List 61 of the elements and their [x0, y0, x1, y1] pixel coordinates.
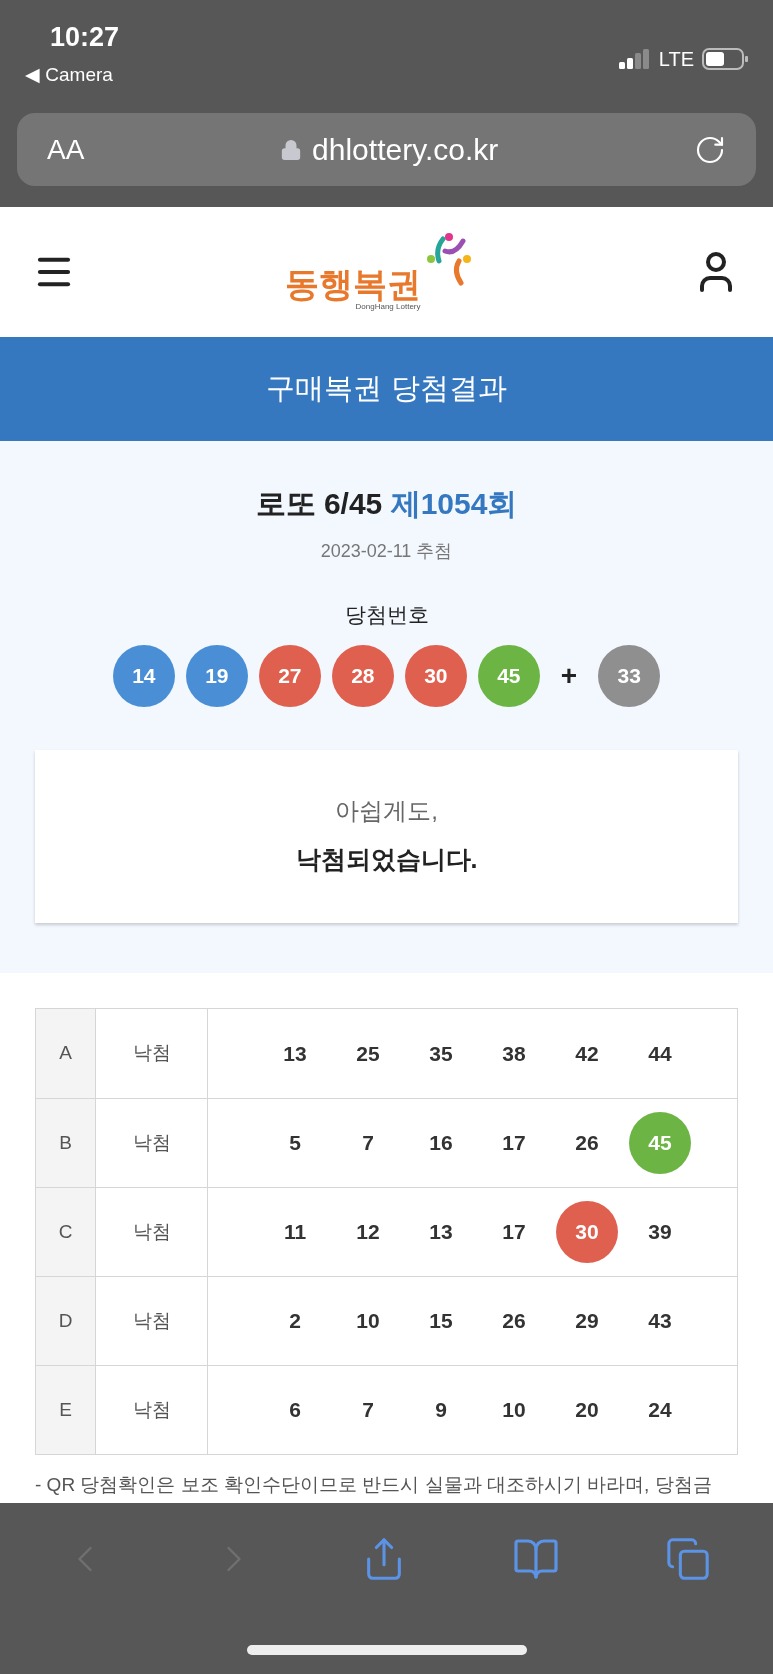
lottery-number: 26 [574, 1130, 600, 1157]
network-label: LTE [658, 47, 694, 72]
lottery-number: 13 [428, 1219, 454, 1246]
game-label-cell: A [36, 1009, 96, 1098]
lottery-number: 9 [434, 1397, 448, 1424]
lottery-number: 13 [282, 1040, 308, 1067]
text-size-button[interactable]: AA [47, 128, 85, 171]
lottery-number: 29 [574, 1308, 600, 1335]
lottery-number: 24 [647, 1397, 673, 1424]
url-text: dhlottery.co.kr [312, 132, 499, 168]
lottery-number: 6 [288, 1397, 302, 1424]
lottery-number: 10 [501, 1397, 527, 1424]
matched-number: 30 [556, 1201, 618, 1263]
lottery-number: 7 [361, 1130, 375, 1157]
result-cell: 낙첨 [96, 1009, 208, 1098]
site-logo[interactable]: 동행복권 DongHang Lottery [284, 231, 483, 313]
battery-icon [702, 48, 748, 70]
address-bar[interactable]: AA dhlottery.co.kr [17, 113, 756, 186]
draw-title: 로또 6/45 제1054회 [255, 486, 518, 522]
result-cell: 낙첨 [96, 1366, 208, 1454]
game-label-cell: B [36, 1099, 96, 1187]
logo-subtext: DongHang Lottery [355, 302, 421, 313]
lottery-number: 7 [361, 1397, 375, 1424]
lottery-number: 44 [647, 1040, 673, 1067]
lottery-number: 2 [288, 1308, 302, 1335]
tabs-icon[interactable] [664, 1536, 711, 1582]
lottery-number: 35 [428, 1040, 454, 1067]
result-cell: 낙첨 [96, 1277, 208, 1365]
logo-text: 동행복권 [284, 267, 421, 301]
plus-sign: + [559, 658, 579, 693]
lottery-number: 16 [428, 1130, 454, 1157]
lottery-number: 26 [501, 1308, 527, 1335]
matched-number: 45 [629, 1112, 691, 1174]
result-message: 아쉽게도, [335, 796, 438, 827]
lottery-number: 12 [355, 1219, 381, 1246]
lottery-number: 25 [355, 1040, 381, 1067]
numbers-label: 당첨번호 [344, 602, 429, 628]
game-label-cell: D [36, 1277, 96, 1365]
lottery-number: 17 [501, 1130, 527, 1157]
lottery-number: 10 [355, 1308, 381, 1335]
result-status: 낙첨되었습니다. [295, 844, 478, 876]
lottery-number: 20 [574, 1397, 600, 1424]
lottery-number: 15 [428, 1308, 454, 1335]
result-cell: 낙첨 [96, 1188, 208, 1276]
game-label-cell: E [36, 1366, 96, 1454]
lottery-number: 38 [501, 1040, 527, 1067]
status-time: 10:27 [49, 24, 120, 51]
lottery-number: 42 [574, 1040, 600, 1067]
lottery-number: 11 [282, 1219, 308, 1246]
result-cell: 낙첨 [96, 1099, 208, 1187]
banner-title: 구매복권 당첨결과 [266, 371, 507, 407]
signal-icon [618, 49, 651, 69]
notice-text: - QR 당첨확인은 보조 확인수단이므로 반드시 실물과 대조하시기 바라며, 당첨금 [35, 1473, 713, 1497]
lottery-number: 39 [647, 1219, 673, 1246]
lottery-number: 43 [647, 1308, 673, 1335]
game-label-cell: C [36, 1188, 96, 1276]
back-to-app-link[interactable]: ◀ Camera [25, 61, 120, 90]
lock-icon [280, 138, 303, 161]
draw-date: 2023-02-11 추첨 [320, 540, 453, 563]
lottery-number: 5 [288, 1130, 302, 1157]
lottery-number: 17 [501, 1219, 527, 1246]
